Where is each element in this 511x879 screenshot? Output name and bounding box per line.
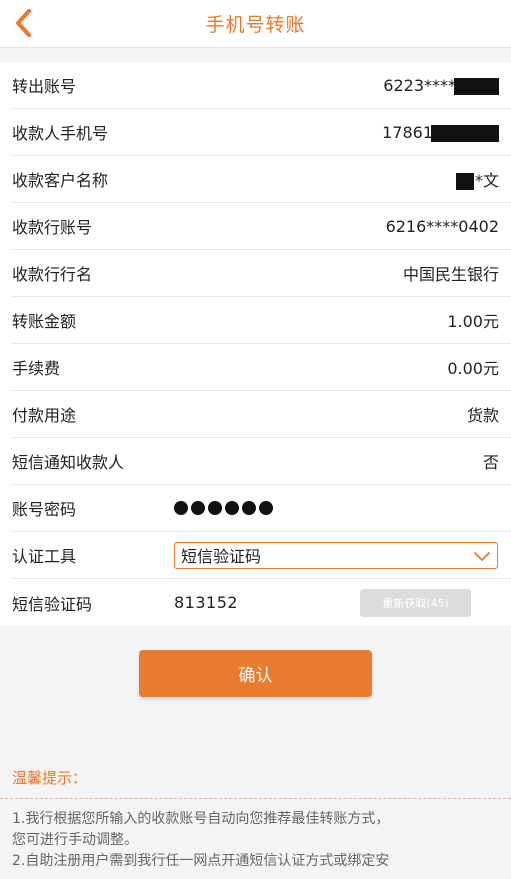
payee-name-value: *文	[455, 167, 499, 191]
row-fee: 手续费 0.00元	[12, 344, 511, 391]
row-payee-phone: 收款人手机号 17861	[12, 109, 511, 156]
row-sms-code: 短信验证码 813152 重新获取(45)	[12, 579, 511, 626]
redaction-bar	[454, 77, 499, 95]
tips-section: 温馨提示： 1.我行根据您所输入的收款账号自动向您推荐最佳转账方式， 您可进行手…	[0, 766, 511, 872]
row-purpose: 付款用途 货款	[12, 391, 511, 438]
row-payee-account: 收款行账号 6216****0402	[12, 203, 511, 250]
payee-name-label: 收款客户名称	[12, 171, 109, 190]
tips-line-3: 2.自助注册用户需到我行任一网点开通短信认证方式或绑定安	[12, 853, 390, 869]
sms-notify-label: 短信通知收款人	[12, 453, 125, 472]
payee-account-value: 6216****0402	[385, 216, 499, 236]
amount-label: 转账金额	[12, 312, 77, 331]
row-payee-name: 收款客户名称 *文	[12, 156, 511, 203]
fee-label: 手续费	[12, 359, 61, 378]
payee-account-label: 收款行账号	[12, 218, 93, 237]
from-account-label: 转出账号	[12, 77, 77, 96]
payee-phone-label: 收款人手机号	[12, 124, 109, 143]
password-dot	[208, 501, 222, 515]
tips-line-2: 您可进行手动调整。	[12, 832, 138, 848]
sms-code-label: 短信验证码	[12, 594, 93, 614]
auth-tool-selected: 短信验证码	[181, 547, 262, 566]
sms-code-input[interactable]: 813152	[174, 593, 238, 612]
chevron-left-icon	[16, 9, 31, 37]
fee-value: 0.00元	[447, 359, 499, 378]
row-password: 账号密码	[12, 485, 511, 532]
resend-code-button[interactable]: 重新获取(45)	[360, 588, 471, 617]
back-button[interactable]	[10, 6, 38, 40]
password-dot	[242, 501, 256, 515]
row-auth-tool: 认证工具 短信验证码	[12, 532, 511, 579]
sms-notify-value: 否	[482, 453, 499, 472]
password-label: 账号密码	[12, 500, 77, 519]
amount-value: 1.00元	[447, 312, 499, 331]
confirm-area: 确认	[0, 650, 511, 697]
redaction-bar	[431, 124, 499, 142]
purpose-value: 货款	[466, 406, 499, 425]
tips-divider	[0, 798, 511, 799]
payee-bank-value: 中国民生银行	[402, 265, 499, 284]
payee-phone-value: 17861	[382, 123, 499, 142]
row-sms-notify: 短信通知收款人 否	[12, 438, 511, 485]
password-dot	[259, 501, 273, 515]
confirm-button[interactable]: 确认	[139, 650, 372, 697]
password-field[interactable]	[174, 501, 273, 515]
redaction-bar	[455, 173, 474, 190]
app-header: 手机号转账	[0, 0, 511, 48]
tips-title: 温馨提示：	[12, 769, 88, 787]
password-dot	[174, 501, 188, 515]
page-title: 手机号转账	[205, 14, 306, 36]
tips-line-1: 1.我行根据您所输入的收款账号自动向您推荐最佳转账方式，	[12, 811, 390, 827]
row-from-account: 转出账号 6223****	[12, 62, 511, 109]
row-payee-bank: 收款行行名 中国民生银行	[12, 250, 511, 297]
auth-tool-select[interactable]: 短信验证码	[174, 541, 498, 569]
auth-tool-label: 认证工具	[12, 547, 77, 566]
purpose-label: 付款用途	[12, 406, 77, 425]
payee-bank-label: 收款行行名	[12, 265, 93, 284]
row-amount: 转账金额 1.00元	[12, 297, 511, 344]
password-dot	[225, 501, 239, 515]
chevron-down-icon	[474, 551, 490, 561]
password-dot	[191, 501, 205, 515]
transfer-form: 转出账号 6223**** 收款人手机号 17861 收款客户名称 *文 收款行…	[0, 62, 511, 626]
from-account-value: 6223****	[383, 76, 499, 95]
